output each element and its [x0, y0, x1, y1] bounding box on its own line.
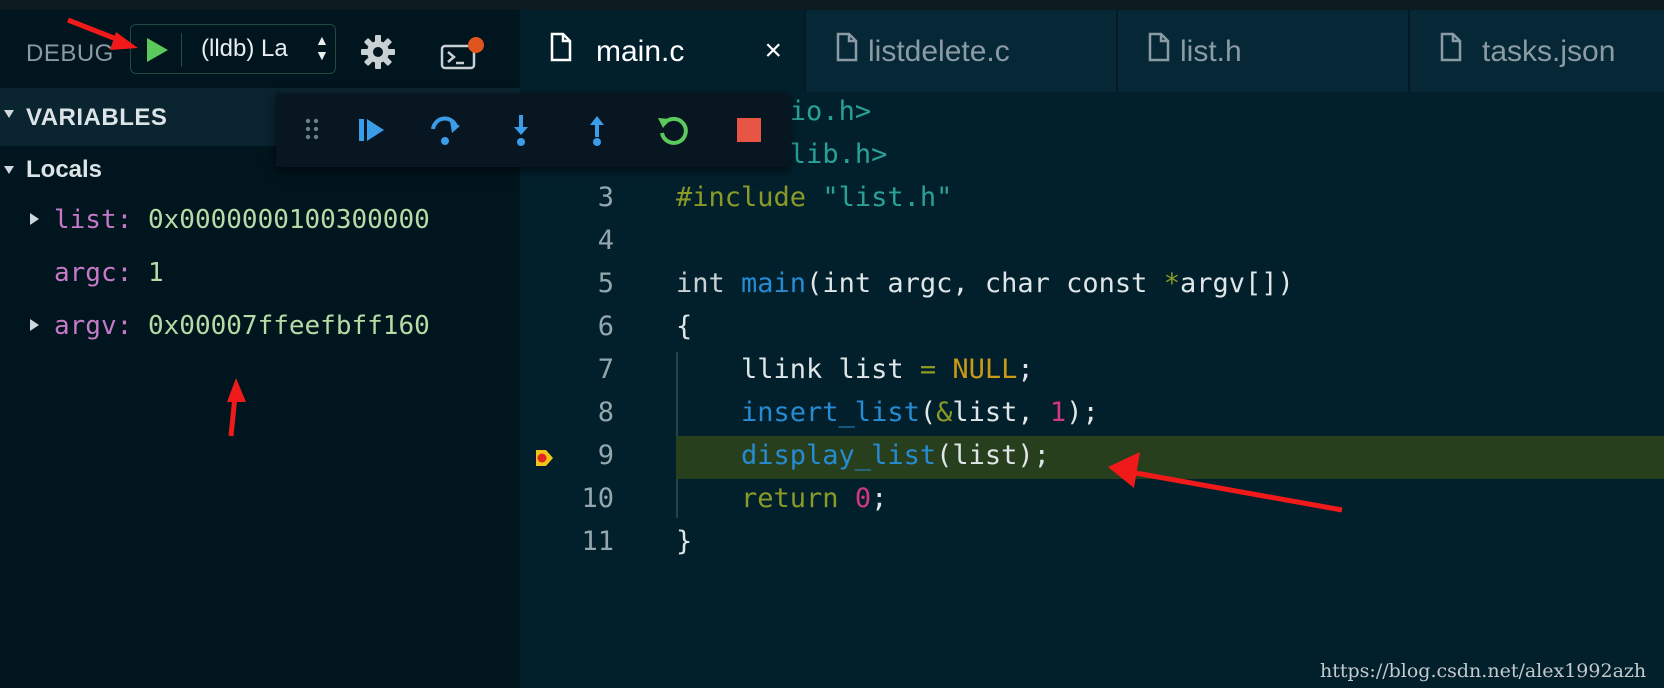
tab-label: list.h	[1180, 35, 1242, 68]
tab-label: listdelete.c	[868, 35, 1010, 68]
chevron-updown-icon[interactable]: ▲ ▼	[315, 33, 329, 63]
file-icon	[1148, 32, 1170, 62]
debug-header-bar: DEBUG (lldb) La ▲ ▼	[0, 10, 520, 90]
debug-toolbar	[276, 93, 790, 167]
launch-config-select[interactable]: (lldb) La ▲ ▼	[130, 24, 336, 74]
tab-tasks-json[interactable]: tasks.json	[1410, 10, 1664, 92]
file-icon	[836, 32, 858, 62]
code-token: }	[676, 526, 693, 557]
restart-icon[interactable]	[656, 113, 690, 147]
collapse-triangle-icon[interactable]	[4, 166, 14, 174]
drag-handle-icon[interactable]	[296, 113, 330, 147]
line-number[interactable]: 3	[520, 182, 614, 213]
code-token: llink list	[676, 354, 920, 385]
locals-label: Locals	[26, 156, 103, 183]
line-number[interactable]: 10	[520, 483, 614, 514]
code-text: display_list(list);	[676, 440, 1050, 471]
code-text: #include "list.h"	[676, 182, 952, 213]
code-token: *	[1163, 268, 1180, 299]
tab-list-h[interactable]: list.h	[1118, 10, 1408, 92]
code-token: "list.h"	[822, 182, 953, 213]
variable-name: argc:	[54, 258, 133, 288]
code-token: insert_list	[676, 397, 920, 428]
variable-row[interactable]: argc: 1	[0, 254, 520, 298]
code-line[interactable]: 3 #include "list.h"	[520, 178, 1664, 221]
code-token: return	[676, 483, 855, 514]
code-token: (	[919, 397, 937, 428]
variable-name: list:	[54, 205, 133, 235]
file-icon	[550, 32, 572, 62]
code-token: 1	[1049, 397, 1067, 428]
watermark: https://blog.csdn.net/alex1992azh	[1320, 660, 1647, 682]
code-text: return 0;	[676, 483, 887, 514]
line-number[interactable]: 8	[520, 397, 614, 428]
tab-label: tasks.json	[1482, 35, 1616, 68]
launch-config-label[interactable]: (lldb) La	[201, 35, 288, 63]
line-number[interactable]: 11	[520, 526, 614, 557]
code-token: (int argc, char const	[806, 268, 1164, 299]
code-line[interactable]: 4	[520, 221, 1664, 264]
code-editor[interactable]: de <stdio.h>de <stdlib.h>3#include "list…	[520, 92, 1664, 688]
file-icon	[1440, 32, 1462, 62]
code-line[interactable]: 10 return 0;	[520, 479, 1664, 522]
expand-arrow-icon[interactable]	[30, 213, 39, 225]
line-number[interactable]: 7	[520, 354, 614, 385]
code-token: display_list	[676, 440, 937, 471]
debug-title: DEBUG	[26, 40, 114, 67]
launch-separator	[181, 33, 182, 67]
code-text: llink list = NULL;	[676, 354, 1034, 385]
editor-tab-bar: main.c × listdelete.c list.h tasks.json	[520, 10, 1664, 92]
code-token: ;	[1017, 354, 1034, 385]
step-into-icon[interactable]	[504, 113, 538, 147]
tab-listdelete-c[interactable]: listdelete.c	[806, 10, 1116, 92]
variable-row[interactable]: list: 0x0000000100300000	[0, 201, 520, 245]
code-text: int main(int argc, char const *argv[])	[676, 268, 1294, 299]
debug-console-icon[interactable]	[440, 36, 486, 72]
code-token: NULL	[952, 354, 1018, 385]
code-token: );	[1066, 397, 1099, 428]
code-line[interactable]: 8 insert_list(&list, 1);	[520, 393, 1664, 436]
continue-icon[interactable]	[354, 113, 388, 147]
code-token: =	[919, 354, 953, 385]
code-line[interactable]: 7 llink list = NULL;	[520, 350, 1664, 393]
code-token: 0	[854, 483, 872, 514]
tab-label: main.c	[596, 35, 685, 68]
step-over-icon[interactable]	[428, 113, 462, 147]
code-text: {	[676, 311, 692, 342]
code-text: insert_list(&list, 1);	[676, 397, 1099, 428]
stop-icon[interactable]	[732, 113, 766, 147]
code-token: &	[936, 397, 953, 428]
line-number[interactable]: 9	[520, 440, 614, 471]
code-token: int	[676, 268, 742, 299]
code-line[interactable]: 9 display_list(list);	[536, 436, 1664, 479]
window-top-strip	[0, 0, 1664, 10]
variable-value: 1	[148, 258, 164, 288]
code-token: argv[])	[1179, 268, 1294, 299]
play-icon[interactable]	[145, 37, 169, 63]
line-number[interactable]: 4	[520, 225, 614, 256]
variables-header-label: VARIABLES	[26, 104, 168, 131]
code-token: main	[741, 268, 807, 299]
code-text: }	[676, 526, 692, 557]
code-token: list,	[952, 397, 1050, 428]
code-line[interactable]: 11}	[520, 522, 1664, 565]
gear-icon[interactable]	[360, 34, 396, 70]
variable-name: argv:	[54, 311, 133, 341]
code-line[interactable]: 6{	[520, 307, 1664, 350]
line-number[interactable]: 6	[520, 311, 614, 342]
close-icon[interactable]: ×	[764, 34, 782, 68]
line-number[interactable]: 5	[520, 268, 614, 299]
code-line[interactable]: 5 int main(int argc, char const *argv[])	[520, 264, 1664, 307]
expand-arrow-icon[interactable]	[30, 319, 39, 331]
code-token: #include	[676, 182, 823, 213]
code-token: ;	[871, 483, 888, 514]
step-out-icon[interactable]	[580, 113, 614, 147]
tab-main-c[interactable]: main.c ×	[520, 10, 804, 92]
collapse-triangle-icon[interactable]	[4, 110, 14, 118]
code-token: {	[676, 311, 693, 342]
code-token: (list);	[936, 440, 1050, 471]
variable-value: 0x0000000100300000	[148, 205, 430, 235]
variable-row[interactable]: argv: 0x00007ffeefbff160	[0, 307, 520, 351]
variable-value: 0x00007ffeefbff160	[148, 311, 430, 341]
